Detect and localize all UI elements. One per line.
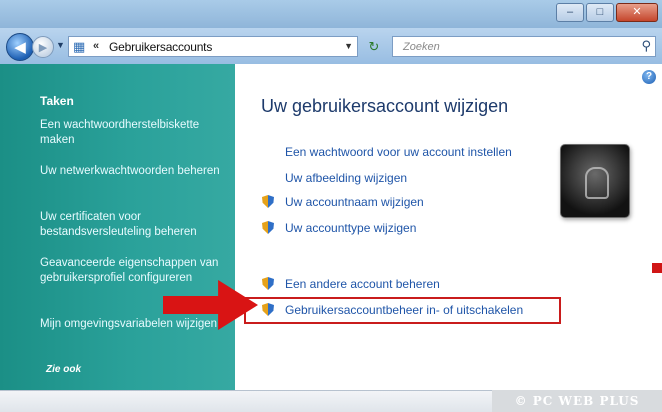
search-box[interactable]: Zoeken ⚲ bbox=[392, 36, 656, 57]
maximize-button[interactable]: □ bbox=[586, 3, 614, 22]
recent-pages-dropdown-icon[interactable]: ▼ bbox=[56, 40, 65, 50]
task-pane-title: Taken bbox=[40, 94, 74, 108]
window-controls: – □ ✕ bbox=[556, 3, 658, 22]
uac-shield-icon bbox=[262, 221, 274, 234]
page-title: Uw gebruikersaccount wijzigen bbox=[261, 96, 509, 116]
red-marker bbox=[652, 263, 662, 273]
search-icon[interactable]: ⚲ bbox=[641, 38, 651, 54]
link-change-picture[interactable]: Uw afbeelding wijzigen bbox=[285, 171, 407, 185]
watermark: © PC WEB PLUS bbox=[492, 390, 662, 412]
link-change-account-type[interactable]: Uw accounttype wijzigen bbox=[285, 221, 416, 235]
navigation-bar: ◀ ▶ ▼ ▦ « Gebruikersaccounts ▼ ↻ Zoeken … bbox=[0, 28, 662, 64]
link-manage-other-account[interactable]: Een andere account beheren bbox=[285, 277, 440, 291]
chevron-down-icon[interactable]: ▼ bbox=[344, 41, 353, 51]
explorer-window: – □ ✕ ◀ ▶ ▼ ▦ « Gebruikersaccounts ▼ ↻ Z… bbox=[0, 0, 662, 412]
uac-shield-icon bbox=[262, 277, 274, 290]
sidebar-link-environment-variables[interactable]: Mijn omgevingsvariabelen wijzigen bbox=[40, 317, 230, 332]
address-separator: « bbox=[93, 40, 100, 52]
address-bar[interactable]: ▦ « Gebruikersaccounts ▼ bbox=[68, 36, 358, 57]
address-path[interactable]: Gebruikersaccounts bbox=[109, 40, 212, 54]
sidebar-link-file-encryption-certificates[interactable]: Uw certificaten voor bestandsversleuteli… bbox=[40, 210, 230, 240]
search-input[interactable]: Zoeken bbox=[403, 41, 440, 53]
refresh-icon[interactable]: ↻ bbox=[362, 37, 386, 56]
see-also-heading: Zie ook bbox=[46, 364, 82, 375]
sidebar-link-password-reset-disk[interactable]: Een wachtwoordherstelbiskette maken bbox=[40, 118, 230, 148]
help-icon[interactable]: ? bbox=[642, 70, 656, 84]
close-button[interactable]: ✕ bbox=[616, 3, 658, 22]
minimize-button[interactable]: – bbox=[556, 3, 584, 22]
user-accounts-icon: ▦ bbox=[73, 39, 86, 54]
link-change-account-name[interactable]: Uw accountnaam wijzigen bbox=[285, 195, 424, 209]
back-arrow-icon[interactable]: ◀ bbox=[6, 33, 34, 61]
forward-arrow-icon[interactable]: ▶ bbox=[32, 36, 54, 58]
main-content: ? Uw gebruikersaccount wijzigen Een wach… bbox=[235, 64, 662, 390]
title-bar: – □ ✕ bbox=[0, 0, 662, 28]
task-pane: Taken Een wachtwoordherstelbiskette make… bbox=[0, 64, 235, 412]
link-set-password[interactable]: Een wachtwoord voor uw account instellen bbox=[285, 145, 512, 159]
uac-shield-icon bbox=[262, 195, 274, 208]
highlight-box bbox=[244, 297, 561, 324]
sidebar-link-advanced-profile-properties[interactable]: Geavanceerde eigenschappen van gebruiker… bbox=[40, 256, 230, 286]
sidebar-link-network-passwords[interactable]: Uw netwerkwachtwoorden beheren bbox=[40, 164, 230, 179]
avatar[interactable] bbox=[560, 144, 630, 218]
user-picture-icon bbox=[585, 167, 609, 199]
